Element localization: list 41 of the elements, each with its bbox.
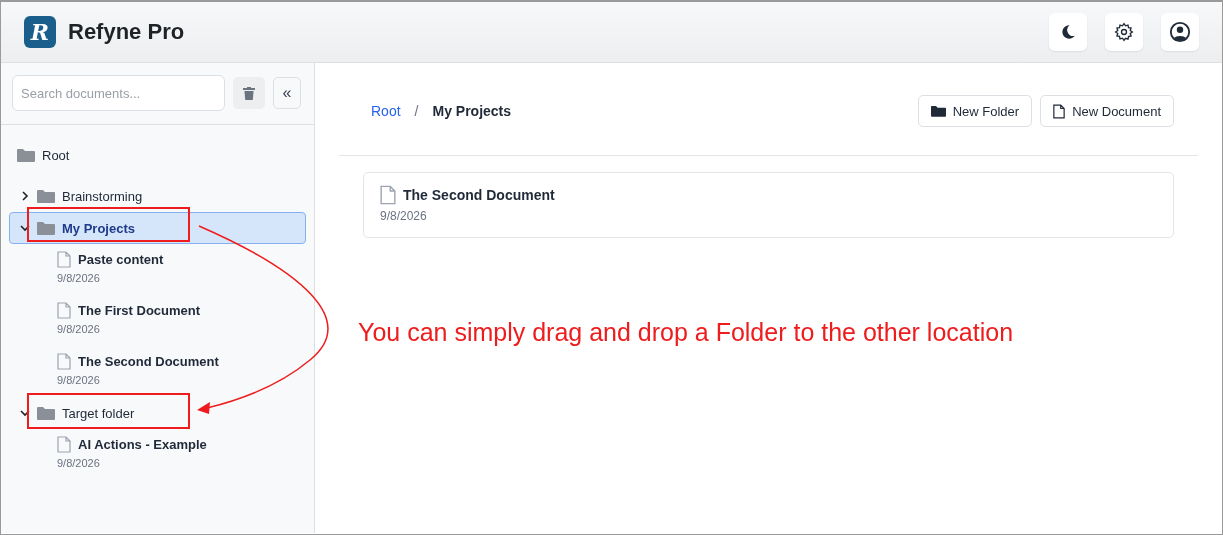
trash-icon xyxy=(243,86,255,100)
folder-item[interactable]: Brainstorming xyxy=(9,180,306,212)
folder-icon xyxy=(37,221,55,235)
document-icon xyxy=(1053,103,1066,119)
logo-icon: R xyxy=(24,16,56,48)
folder-icon xyxy=(17,148,35,162)
document-item[interactable]: The First Document 9/8/2026 xyxy=(9,295,306,346)
delete-button[interactable] xyxy=(233,77,265,109)
moon-icon xyxy=(1059,23,1077,41)
breadcrumb-separator: / xyxy=(414,103,419,119)
new-document-button[interactable]: New Document xyxy=(1040,95,1174,127)
new-folder-button[interactable]: New Folder xyxy=(917,95,1033,127)
dark-mode-button[interactable] xyxy=(1049,13,1087,51)
tree-item[interactable]: Root xyxy=(9,139,306,171)
document-icon xyxy=(57,436,71,453)
document-item[interactable]: Paste content 9/8/2026 xyxy=(9,244,306,295)
chevron-down-icon[interactable] xyxy=(20,223,30,233)
settings-icon xyxy=(1114,22,1134,42)
search-field[interactable]: Search documents... xyxy=(12,75,225,111)
breadcrumb-item: My Projects xyxy=(432,103,512,119)
folder-item[interactable]: Target folder xyxy=(9,397,306,429)
folder-icon xyxy=(37,406,55,420)
document-icon xyxy=(57,353,71,370)
breadcrumb-item[interactable]: Root xyxy=(371,103,401,119)
chevron-down-icon[interactable] xyxy=(20,408,30,418)
folder-icon xyxy=(37,189,55,203)
document-icon xyxy=(57,251,71,268)
document-icon xyxy=(57,302,71,319)
document-icon xyxy=(380,185,396,205)
annotation-text: You can simply drag and drop a Folder to the other location xyxy=(358,318,1014,347)
user-icon xyxy=(1169,21,1191,43)
folder-item[interactable]: My Projects xyxy=(9,212,306,244)
account-button[interactable] xyxy=(1161,13,1199,51)
document-item[interactable]: The Second Document 9/8/2026 xyxy=(9,346,306,397)
collapse-button[interactable]: « xyxy=(273,77,301,109)
document-item[interactable]: AI Actions - Example 9/8/2026 xyxy=(9,429,306,480)
document-card[interactable]: The Second Document 9/8/2026 xyxy=(363,172,1174,238)
folder-icon xyxy=(930,105,946,117)
app-title: Refyne Pro xyxy=(68,19,185,45)
settings-button[interactable] xyxy=(1105,13,1143,51)
chevron-right-icon[interactable] xyxy=(20,191,30,201)
